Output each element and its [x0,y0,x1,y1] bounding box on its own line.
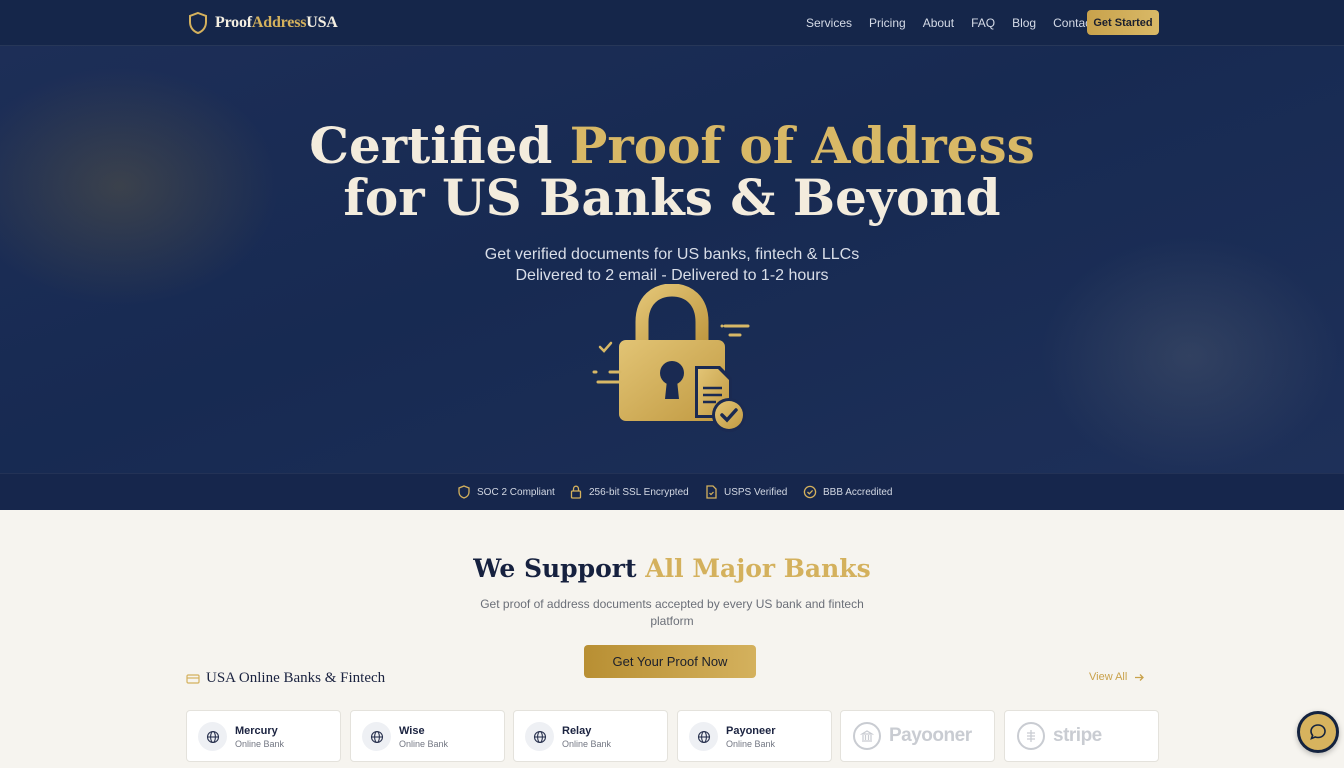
bank-name: Mercury [235,725,278,737]
bank-card-wise[interactable]: Wise Online Bank [350,710,505,762]
bank-type: Online Bank [399,739,449,749]
bank-card-relay[interactable]: Relay Online Bank [513,710,668,762]
shield-icon [458,485,470,499]
nav-link-faq[interactable]: FAQ [971,16,995,30]
bank-card-stripe-logo[interactable]: stripe [1004,710,1159,762]
hero-subtitle: Get verified documents for US banks, fin… [0,244,1344,286]
globe-icon [697,730,710,743]
bank-name: Payoneer [726,725,776,737]
bank-card-payooner-logo[interactable]: Payooner [840,710,995,762]
top-navbar: ProofAddressUSA Services Pricing About F… [0,0,1344,46]
brand-logo[interactable]: ProofAddressUSA [188,11,338,35]
credit-card-icon [186,673,200,684]
get-started-button[interactable]: Get Started [1087,10,1159,35]
hero-subtitle-line1: Get verified documents for US banks, fin… [484,246,860,263]
padlock-illustration-icon [592,284,750,432]
trust-bar: SOC 2 Compliant 256-bit SSL Encrypted US… [0,473,1344,510]
stripe-mark-icon [1017,722,1045,750]
category-heading: USA Online Banks & Fintech [186,670,385,687]
globe-icon [533,730,546,743]
view-all-link[interactable]: View All [1089,671,1145,683]
trust-bbb: BBB Accredited [803,485,892,499]
bank-card-mercury[interactable]: Mercury Online Bank [186,710,341,762]
bank-logo-text: Payooner [889,725,972,746]
nav-link-about[interactable]: About [923,16,954,30]
bank-building-icon [853,722,881,750]
category-title: USA Online Banks & Fintech [206,670,386,686]
globe-icon [206,730,219,743]
chat-bubble-icon [1310,724,1326,740]
nav-links: Services Pricing About FAQ Blog Contact [806,0,1111,46]
trust-usps: USPS Verified [704,485,787,499]
bank-name: Wise [399,725,425,737]
nav-link-pricing[interactable]: Pricing [869,16,906,30]
hero-section: Certified Proof of Address for US Banks … [0,46,1344,473]
hero-title: Certified Proof of Address for US Banks … [309,116,1035,227]
bank-type: Online Bank [726,739,776,749]
nav-link-services[interactable]: Services [806,16,852,30]
bank-name: Relay [562,725,592,737]
nav-link-blog[interactable]: Blog [1012,16,1036,30]
banks-section-subtitle: Get proof of address documents accepted … [480,597,864,628]
get-your-proof-button[interactable]: Get Your Proof Now [584,645,756,678]
chat-button[interactable] [1297,711,1339,753]
bank-card-payoneer[interactable]: Payoneer Online Bank [677,710,832,762]
globe-icon [370,730,383,743]
bank-logo-text: stripe [1053,725,1102,746]
trust-soc2: SOC 2 Compliant [457,485,555,499]
banks-section-title: We Support All Major Banks [473,554,871,583]
brand-name: ProofAddressUSA [215,14,338,31]
arrow-right-icon [1135,673,1145,681]
trust-ssl: 256-bit SSL Encrypted [569,485,689,499]
check-circle-icon [803,485,817,499]
document-icon [706,485,717,499]
bank-type: Online Bank [562,739,612,749]
shield-logo-icon [189,11,207,35]
hero-subtitle-line2: Delivered to 2 email - Delivered to 1-2 … [515,267,829,284]
lock-icon [570,485,582,499]
bank-type: Online Bank [235,739,285,749]
